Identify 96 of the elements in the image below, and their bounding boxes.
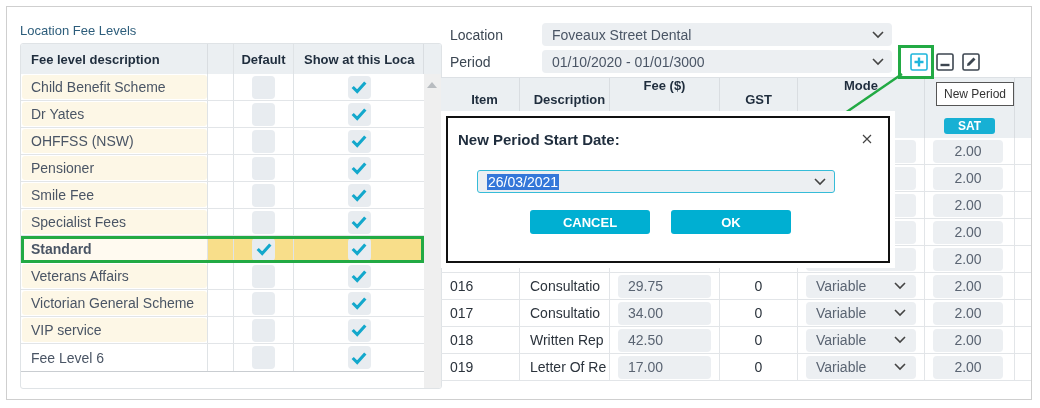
fee-level-name: Specialist Fees xyxy=(22,210,207,234)
fee-field[interactable]: 17.00 xyxy=(618,355,711,379)
fee-level-name: Victorian General Scheme xyxy=(22,291,207,315)
amount-field[interactable]: 2.00 xyxy=(933,193,1003,217)
chevron-down-icon[interactable] xyxy=(814,177,826,186)
chevron-down-icon[interactable] xyxy=(872,30,884,39)
table-row[interactable]: Fee Level 6 xyxy=(21,344,424,371)
highlight-frame xyxy=(898,45,934,79)
table-cell: 019 xyxy=(450,359,474,375)
checkbox[interactable] xyxy=(347,237,371,261)
table-cell: 017 xyxy=(450,305,474,321)
checkbox[interactable] xyxy=(252,291,275,315)
location-dropdown[interactable]: Foveaux Street Dental xyxy=(542,23,892,46)
checkbox[interactable] xyxy=(347,156,371,180)
fee-level-name: Dr Yates xyxy=(22,102,207,126)
amount-field[interactable]: 2.00 xyxy=(933,274,1003,298)
table-row[interactable]: Specialist Fees xyxy=(21,209,424,236)
table-row[interactable]: Smile Fee xyxy=(21,182,424,209)
checkbox[interactable] xyxy=(252,237,275,261)
date-field[interactable]: 26/03/2021 xyxy=(477,170,835,193)
mode-dropdown[interactable]: Variable xyxy=(806,301,916,325)
checkbox[interactable] xyxy=(347,291,371,315)
checkbox[interactable] xyxy=(347,183,371,207)
amount-field[interactable]: 2.00 xyxy=(933,220,1003,244)
fee-field[interactable]: 34.00 xyxy=(618,301,711,325)
table-cell: 0 xyxy=(754,278,763,294)
checkbox[interactable] xyxy=(347,264,371,288)
mode-dropdown[interactable]: Variable xyxy=(806,355,916,379)
amount-field[interactable]: 2.00 xyxy=(933,301,1003,325)
chevron-down-icon[interactable] xyxy=(894,309,906,317)
scrollbar[interactable] xyxy=(424,74,441,388)
remove-icon[interactable] xyxy=(936,52,954,71)
scroll-up-icon[interactable] xyxy=(427,82,437,88)
edit-icon[interactable] xyxy=(962,52,980,71)
checkbox[interactable] xyxy=(252,183,275,207)
fee-level-name: OHFFSS (NSW) xyxy=(22,129,207,153)
table-row[interactable]: Veterans Affairs xyxy=(21,263,424,290)
panel-title: Location Fee Levels xyxy=(20,23,138,38)
chevron-down-icon[interactable] xyxy=(872,57,884,66)
mode-dropdown[interactable]: Variable xyxy=(806,328,916,352)
table-cell: 018 xyxy=(450,332,474,348)
chevron-down-icon[interactable] xyxy=(894,282,906,290)
table-row[interactable]: Dr Yates xyxy=(21,101,424,128)
table-cell: 0 xyxy=(754,359,763,375)
close-icon[interactable] xyxy=(862,134,872,144)
column-header: Fee level description xyxy=(21,44,208,74)
checkbox[interactable] xyxy=(252,102,275,126)
field-label: Period xyxy=(450,53,492,70)
day-badge: SAT xyxy=(943,118,996,134)
checkbox[interactable] xyxy=(252,210,275,234)
amount-field[interactable]: 2.00 xyxy=(933,139,1003,163)
table-row[interactable]: Child Benefit Scheme xyxy=(21,74,424,101)
checkbox[interactable] xyxy=(252,264,275,288)
column-header: Show at this Loca xyxy=(294,44,424,74)
fee-level-name: Pensioner xyxy=(22,156,207,180)
fee-level-name: Standard xyxy=(22,237,207,261)
column-header: Default xyxy=(234,44,294,74)
checkbox[interactable] xyxy=(347,129,371,153)
fee-field[interactable]: 42.50 xyxy=(618,328,711,352)
checkbox[interactable] xyxy=(347,102,371,126)
table-cell: 016 xyxy=(450,278,474,294)
table-row[interactable]: Standard xyxy=(21,236,424,263)
checkbox[interactable] xyxy=(347,346,371,369)
field-label: Location xyxy=(450,26,504,43)
mode-dropdown[interactable]: Variable xyxy=(806,274,916,298)
table-row[interactable]: Pensioner xyxy=(21,155,424,182)
checkbox[interactable] xyxy=(252,129,275,153)
period-dropdown[interactable]: 01/10/2020 - 01/01/3000 xyxy=(542,50,892,73)
amount-field[interactable]: 2.00 xyxy=(933,166,1003,190)
chevron-down-icon[interactable] xyxy=(894,363,906,371)
tooltip: New Period xyxy=(936,82,1015,106)
table-cell: Letter Of Re xyxy=(530,359,607,375)
fee-level-name: VIP service xyxy=(22,318,207,342)
fee-level-name: Veterans Affairs xyxy=(22,264,207,288)
checkbox[interactable] xyxy=(347,318,371,342)
checkbox[interactable] xyxy=(252,156,275,180)
table-cell: Consultatio xyxy=(530,278,601,294)
amount-field[interactable]: 2.00 xyxy=(933,328,1003,352)
table-cell: Written Rep xyxy=(530,332,604,348)
add-icon[interactable] xyxy=(910,52,928,71)
fee-level-name: Smile Fee xyxy=(22,183,207,207)
table-row[interactable]: VIP service xyxy=(21,317,424,344)
chevron-down-icon[interactable] xyxy=(894,336,906,344)
fee-field[interactable]: 29.75 xyxy=(618,274,711,298)
table-row[interactable]: OHFFSS (NSW) xyxy=(21,128,424,155)
fee-level-name: Child Benefit Scheme xyxy=(22,75,207,99)
amount-field[interactable]: 2.00 xyxy=(933,355,1003,379)
checkbox[interactable] xyxy=(252,75,275,99)
table-cell: Consultatio xyxy=(530,305,601,321)
amount-field[interactable]: 2.00 xyxy=(933,247,1003,271)
checkbox[interactable] xyxy=(347,75,371,99)
table-cell: 0 xyxy=(754,332,763,348)
checkbox[interactable] xyxy=(347,210,371,234)
checkbox[interactable] xyxy=(252,318,275,342)
table-cell: 0 xyxy=(754,305,763,321)
table-row[interactable]: Victorian General Scheme xyxy=(21,290,424,317)
